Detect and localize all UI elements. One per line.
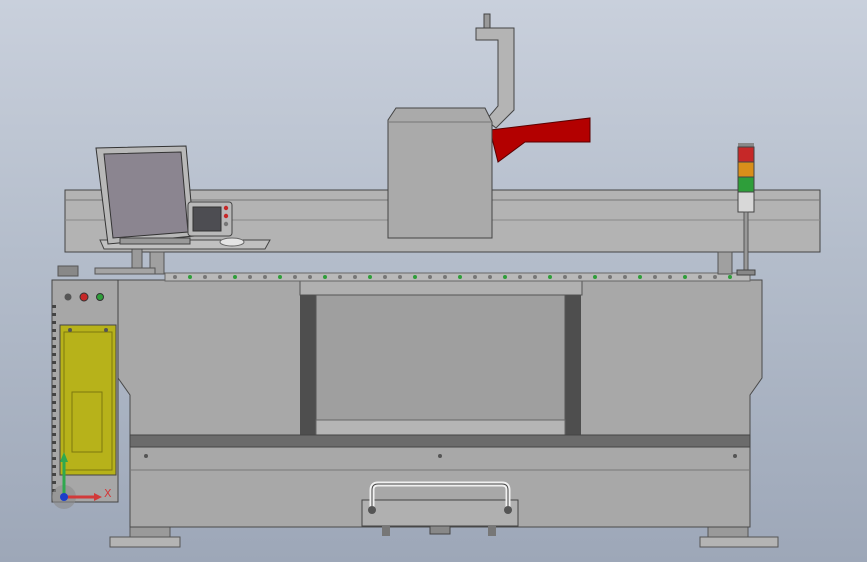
rail-bolt (563, 275, 567, 279)
rail-bolt (578, 275, 582, 279)
rail-bolt (293, 275, 297, 279)
rail-bolt (608, 275, 612, 279)
rail-bolt (683, 275, 687, 279)
rail-bolt (728, 275, 732, 279)
cabinet-vent (52, 377, 56, 380)
monitor[interactable] (95, 145, 195, 245)
frame-post-left (300, 295, 316, 435)
laser-head[interactable] (387, 107, 493, 239)
rail-bolt (533, 275, 537, 279)
rail-bolt (623, 275, 627, 279)
cabinet-vent (52, 385, 56, 388)
rail-bolt (593, 275, 597, 279)
start-button-icon[interactable] (96, 293, 104, 301)
rail-bolt (443, 275, 447, 279)
rail-bolt (263, 275, 267, 279)
rail-bolt (173, 275, 177, 279)
rail-bolt (398, 275, 402, 279)
rail-bolt (458, 275, 462, 279)
rail-bolt (248, 275, 252, 279)
cabinet-vent (52, 393, 56, 396)
rail-bolt (698, 275, 702, 279)
rail-bolt (713, 275, 717, 279)
cabinet-vent (52, 337, 56, 340)
cabinet-vent (52, 417, 56, 420)
power-switch-icon[interactable] (64, 293, 72, 301)
cabinet-vent (52, 425, 56, 428)
signal-light-green (737, 176, 755, 193)
x-axis-label: X (104, 487, 112, 500)
rail-bolt (188, 275, 192, 279)
rail-bolt (368, 275, 372, 279)
rail-bolt (353, 275, 357, 279)
rail-bolt (428, 275, 432, 279)
cabinet-vent (52, 313, 56, 316)
cad-viewport[interactable]: X (0, 0, 867, 562)
rail-bolt (638, 275, 642, 279)
cabinet-vent (52, 449, 56, 452)
cabinet-vent (52, 433, 56, 436)
leveling-foot-left[interactable] (109, 526, 181, 548)
rail-bolt (218, 275, 222, 279)
base-stripe (129, 434, 751, 448)
signal-light-red (737, 146, 755, 163)
laser-arm[interactable] (489, 117, 591, 163)
signal-light-amber (737, 161, 755, 178)
cabinet-vent (52, 441, 56, 444)
frame-post-right (565, 295, 581, 435)
rail-bolt (233, 275, 237, 279)
signal-tower[interactable] (736, 143, 756, 276)
rail-bolt (308, 275, 312, 279)
rail-bolt (413, 275, 417, 279)
cabinet-vent (52, 457, 56, 460)
cabinet-vent (52, 401, 56, 404)
emergency-stop-icon[interactable] (79, 292, 89, 302)
monitor-screen (103, 151, 189, 239)
rail-bolt (668, 275, 672, 279)
control-panel[interactable] (187, 201, 233, 237)
rail-bolt (488, 275, 492, 279)
rail-bolt (278, 275, 282, 279)
cabinet-vent (52, 409, 56, 412)
cabinet-vent (52, 361, 56, 364)
cabinet-vent (52, 321, 56, 324)
electrical-cabinet[interactable] (51, 279, 119, 503)
cabinet-vent (52, 465, 56, 468)
cabinet-vent (52, 329, 56, 332)
machine-base[interactable] (117, 279, 763, 528)
cabinet-vent (52, 369, 56, 372)
cabinet-vent (52, 473, 56, 476)
origin-icon (60, 493, 68, 501)
rail-bolt (383, 275, 387, 279)
rail-bolt (503, 275, 507, 279)
rail-bolt (473, 275, 477, 279)
cabinet-vent (52, 481, 56, 484)
cabinet-vent (52, 345, 56, 348)
rail-bolt (338, 275, 342, 279)
cabinet-vent (52, 305, 56, 308)
rail-bolt (653, 275, 657, 279)
rail-bolt (518, 275, 522, 279)
cad-model-view[interactable]: X (0, 0, 867, 562)
cabinet-vent (52, 353, 56, 356)
rail (164, 272, 751, 282)
rail-bolt (323, 275, 327, 279)
rail-bolt (203, 275, 207, 279)
leveling-foot-right[interactable] (699, 526, 779, 548)
rail-bolt (548, 275, 552, 279)
